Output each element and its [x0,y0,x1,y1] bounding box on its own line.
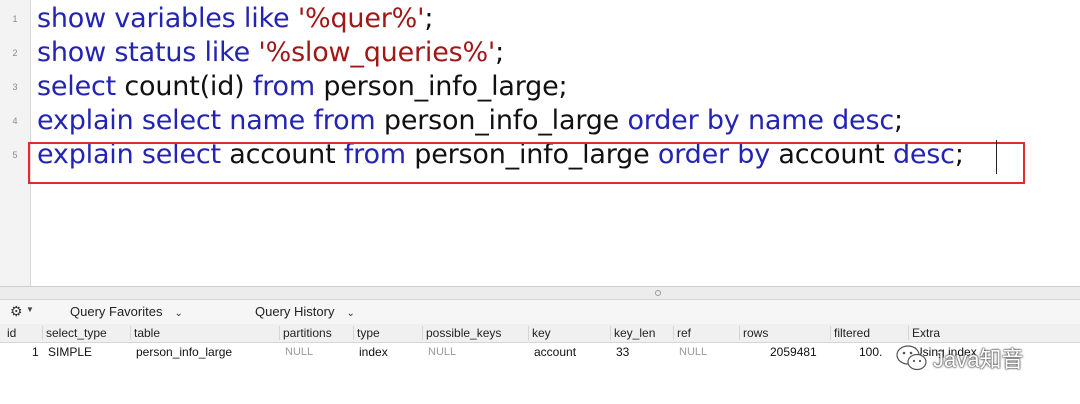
column-header-id[interactable]: id [4,326,16,340]
sql-keyword: order by name desc [627,105,894,136]
cell-table: person_info_large [136,345,233,359]
column-header-ref[interactable]: ref [673,326,691,340]
cell-id: 1 [32,345,39,359]
code-line-3[interactable]: select count(id) from person_info_large; [37,70,568,104]
query-history-label: Query History [255,304,335,319]
wechat-icon [896,345,927,371]
cell-key-len: 33 [616,345,630,359]
sql-editor[interactable]: 1 2 3 4 5 show variables like '%quer%'; … [0,0,1080,286]
code-line-2[interactable]: show status like '%slow_queries%'; [37,36,504,70]
watermark-text: Java知音 [933,347,1024,372]
query-favorites-button[interactable]: Query Favorites ⌄ [70,304,183,319]
cell-partitions: NULL [285,346,314,358]
column-header-type[interactable]: type [353,326,380,340]
sql-string: '%quer%' [297,3,425,34]
sql-keyword: explain select name from [37,105,376,136]
sql-text: ; [495,37,505,68]
cell-ref: NULL [679,346,708,358]
column-header-partitions[interactable]: partitions [279,326,332,340]
line-number-gutter: 1 2 3 4 5 [0,0,31,286]
line-number: 1 [12,14,18,24]
sql-keyword: from [252,71,315,102]
text-cursor [996,140,997,174]
cell-key: account [534,345,577,359]
column-header-table[interactable]: table [130,326,160,340]
highlight-box [28,142,1025,184]
sql-text: person_info_large [375,105,628,136]
sql-text: ; [424,3,434,34]
code-line-1[interactable]: show variables like '%quer%'; [37,2,433,36]
splitter-grip-icon[interactable] [655,290,661,296]
cell-type: index [359,345,388,359]
line-number: 3 [12,82,18,92]
sql-text: person_info_large; [314,71,568,102]
sql-keyword: select [37,71,117,102]
cell-select-type: SIMPLE [48,345,93,359]
sql-text: ; [893,105,903,136]
column-header-rows[interactable]: rows [739,326,768,340]
query-favorites-label: Query Favorites [70,304,163,319]
cell-possible-keys: NULL [428,346,457,358]
column-header-select-type[interactable]: select_type [42,326,107,340]
cell-rows: 2059481 [770,345,817,359]
chevron-down-icon: ⌄ [174,308,183,319]
sql-keyword: show status like [37,37,259,68]
column-header-extra[interactable]: Extra [908,326,940,340]
line-number: 5 [12,150,18,160]
caret-down-icon[interactable]: ▼ [26,305,34,314]
chevron-down-icon: ⌄ [346,308,355,319]
sql-string: '%slow_queries%' [258,37,496,68]
column-header-key-len[interactable]: key_len [610,326,655,340]
watermark: Java知音 [895,340,1055,374]
line-number: 4 [12,116,18,126]
column-header-possible-keys[interactable]: possible_keys [422,326,501,340]
pane-splitter[interactable] [0,286,1080,300]
column-header-key[interactable]: key [528,326,551,340]
gear-icon[interactable]: ⚙ [10,303,23,320]
cell-filtered: 100. [859,345,883,359]
query-history-button[interactable]: Query History ⌄ [255,304,355,319]
query-toolbar: ⚙ ▼ Query Favorites ⌄ Query History ⌄ [0,300,1080,325]
column-header-filtered[interactable]: filtered [830,326,870,340]
line-number: 2 [12,48,18,58]
sql-text: count(id) [116,71,253,102]
code-line-4[interactable]: explain select name from person_info_lar… [37,104,903,138]
sql-keyword: show variables like [37,3,298,34]
